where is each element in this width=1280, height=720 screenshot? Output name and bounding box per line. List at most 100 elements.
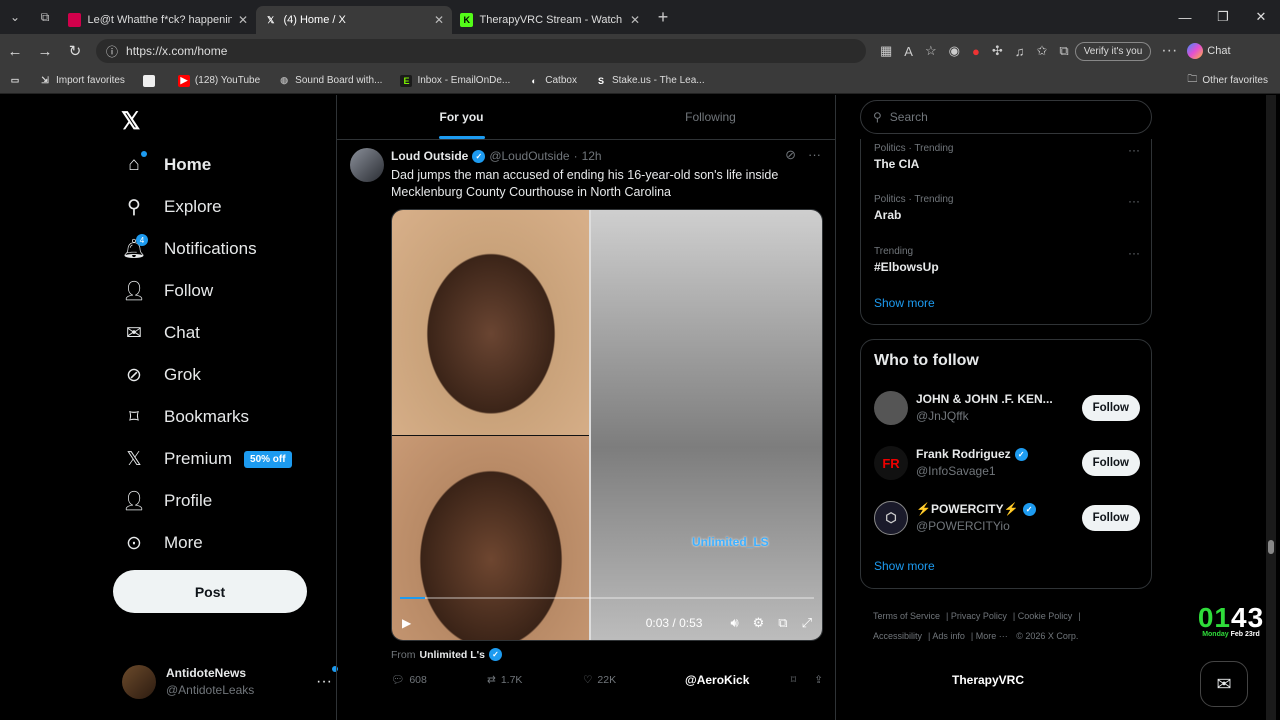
more-icon[interactable]: ··· [1128, 143, 1140, 157]
tab-actions-icon[interactable]: ⌄ [0, 0, 30, 34]
bookmark-item[interactable]: ▭ [0, 75, 30, 87]
picture-in-picture-icon[interactable]: ⧉ [778, 615, 787, 631]
nav-home[interactable]: ⌂ Home [122, 151, 211, 177]
video-player[interactable]: Unlimited_LS ▶ 0:03 / 0:53 🔊︎ ⚙ ⧉ ⤢ [391, 209, 823, 641]
avatar[interactable] [350, 148, 384, 182]
avatar: ⬡ [874, 501, 908, 535]
read-aloud-icon[interactable]: A [904, 44, 913, 59]
footer-link[interactable]: Ads info [932, 631, 965, 641]
bookmark-item[interactable]: ◐ Catbox [519, 75, 586, 87]
tweet-author-name[interactable]: Loud Outside [391, 149, 468, 163]
bookmark-item[interactable]: ⇲ Import favorites [30, 75, 134, 87]
clock-day: Monday [1202, 631, 1229, 638]
close-window-icon[interactable]: ✕ [1242, 0, 1280, 34]
scrollbar-thumb[interactable] [1268, 540, 1274, 554]
bookmark-item[interactable]: E Inbox - EmailOnDe... [391, 74, 519, 87]
bookmark-icon[interactable]: ⌑ [791, 674, 796, 686]
close-tab-icon[interactable]: ✕ [434, 13, 444, 27]
more-icon[interactable]: ··· [1161, 42, 1177, 60]
follow-button[interactable]: Follow [1081, 450, 1140, 476]
tab-for-you[interactable]: For you [337, 95, 586, 139]
tweet-author-handle[interactable]: @LoudOutside [489, 149, 569, 163]
maximize-icon[interactable]: ❐ [1204, 0, 1242, 34]
browser-tab-1[interactable]: Le@t Whatthe f*ck? happening in ✕ [60, 6, 256, 34]
repost-button[interactable]: ⇄ 1.7K [487, 674, 583, 686]
footer-link[interactable]: Terms of Service [873, 611, 940, 621]
browser-tab-2[interactable]: 𝕏 (4) Home / X ✕ [256, 6, 452, 34]
footer-link[interactable]: Cookie Policy [1018, 611, 1073, 621]
page-scrollbar[interactable] [1266, 95, 1276, 720]
other-favorites[interactable]: 🗀 Other favorites [1187, 72, 1280, 89]
account-switcher[interactable]: AntidoteNews @AntidoteLeaks ··· [122, 660, 338, 704]
bookmark-item[interactable]: S Stake.us - The Lea... [586, 75, 714, 87]
browser-tab-3[interactable]: K TherapyVRC Stream - Watch Live ✕ [452, 6, 648, 34]
extension-red-icon[interactable]: ● [972, 44, 980, 59]
new-tab-button[interactable]: + [648, 0, 678, 34]
follow-button[interactable]: Follow [1081, 395, 1140, 421]
collections-icon[interactable]: ⧉ [1059, 43, 1068, 59]
footer-link[interactable]: Accessibility [873, 631, 922, 641]
reply-button[interactable]: 💬︎ 608 [391, 673, 487, 687]
post-button[interactable]: Post [113, 570, 307, 613]
trend-item[interactable]: Trending #ElbowsUp ··· [874, 246, 1140, 274]
settings-gear-icon[interactable]: ⚙ [753, 615, 765, 631]
volume-icon[interactable]: 🔊︎ [730, 615, 738, 631]
favorite-star-icon[interactable]: ☆ [925, 43, 937, 59]
app-icon[interactable]: ▦ [880, 43, 892, 59]
messages-drawer-button[interactable]: ✉ [1200, 661, 1248, 707]
close-tab-icon[interactable]: ✕ [630, 13, 640, 27]
nav-premium[interactable]: 𝕏 Premium 50% off [122, 447, 292, 471]
nav-follow[interactable]: 👤︎ Follow [122, 279, 213, 303]
share-icon[interactable]: ⇪ [814, 674, 823, 686]
fullscreen-icon[interactable]: ⤢ [802, 615, 812, 631]
from-account[interactable]: Unlimited L's [420, 649, 486, 661]
account-more-icon[interactable]: ··· [316, 666, 338, 691]
trend-item[interactable]: Politics · Trending The CIA ··· [874, 143, 1140, 171]
back-icon[interactable]: ← [0, 43, 30, 60]
minimize-icon[interactable]: — [1166, 0, 1204, 34]
close-tab-icon[interactable]: ✕ [238, 13, 248, 27]
bookmark-item[interactable]: ▶ (128) YouTube [169, 74, 269, 87]
workspaces-icon[interactable]: ⧉ [30, 0, 60, 34]
footer-link[interactable]: Privacy Policy [951, 611, 1007, 621]
verified-badge-icon: ✓ [1022, 503, 1036, 516]
address-bar[interactable]: ⓘ https://x.com/home [96, 39, 866, 63]
play-icon[interactable]: ▶ [402, 616, 411, 630]
footer-link[interactable]: More ··· [976, 631, 1008, 641]
bookmark-item[interactable] [134, 74, 169, 87]
grok-icon[interactable]: ⊘ [785, 147, 796, 163]
bookmark-item[interactable]: ◍ Sound Board with... [269, 75, 391, 87]
show-more-link[interactable]: Show more [874, 559, 935, 573]
more-icon[interactable]: ··· [1128, 246, 1140, 260]
nav-more[interactable]: ⊙ More [122, 531, 203, 555]
favorites-icon[interactable]: ✩ [1036, 43, 1047, 59]
follow-suggestion[interactable]: FR Frank Rodriguez ✓ @InfoSavage1 Follow [874, 443, 1140, 483]
show-more-link[interactable]: Show more [874, 296, 935, 310]
search-input[interactable]: ⚲ Search [860, 100, 1152, 134]
tweet-timestamp[interactable]: 12h [582, 149, 602, 163]
video-progress-bar[interactable] [400, 597, 814, 599]
more-icon[interactable]: ··· [808, 147, 821, 163]
trend-item[interactable]: Politics · Trending Arab ··· [874, 194, 1140, 222]
media-icon[interactable]: ♫ [1015, 44, 1025, 59]
like-button[interactable]: ♡ 22K [583, 674, 679, 686]
copilot-chat-button[interactable]: Chat [1187, 43, 1231, 59]
nav-grok[interactable]: ⊘ Grok [122, 363, 201, 387]
follow-suggestion[interactable]: ⬡ ⚡POWERCITY⚡ ✓ @POWERCITYio Follow [874, 498, 1140, 538]
puzzle-icon[interactable]: ✣ [992, 43, 1003, 59]
more-icon[interactable]: ··· [1128, 194, 1140, 208]
nav-profile[interactable]: 👤︎ Profile [122, 489, 212, 513]
verify-button[interactable]: Verify it's you [1074, 41, 1152, 61]
refresh-icon[interactable]: ↻ [60, 42, 90, 60]
tab-following[interactable]: Following [586, 95, 835, 139]
follow-button[interactable]: Follow [1081, 505, 1140, 531]
extension-icon[interactable]: ◉ [949, 43, 960, 59]
site-info-icon[interactable]: ⓘ [106, 43, 118, 60]
x-logo-icon[interactable]: 𝕏 [121, 107, 140, 136]
follow-suggestion[interactable]: JOHN & JOHN .F. KEN... @JnJQffk Follow [874, 388, 1140, 428]
nav-explore[interactable]: ⚲ Explore [122, 195, 222, 219]
nav-notifications[interactable]: 🔔︎ 4 Notifications [122, 234, 257, 261]
nav-bookmarks[interactable]: ⌑ Bookmarks [122, 405, 249, 429]
nav-chat[interactable]: ✉ Chat [122, 321, 200, 345]
forward-icon[interactable]: → [30, 43, 60, 60]
